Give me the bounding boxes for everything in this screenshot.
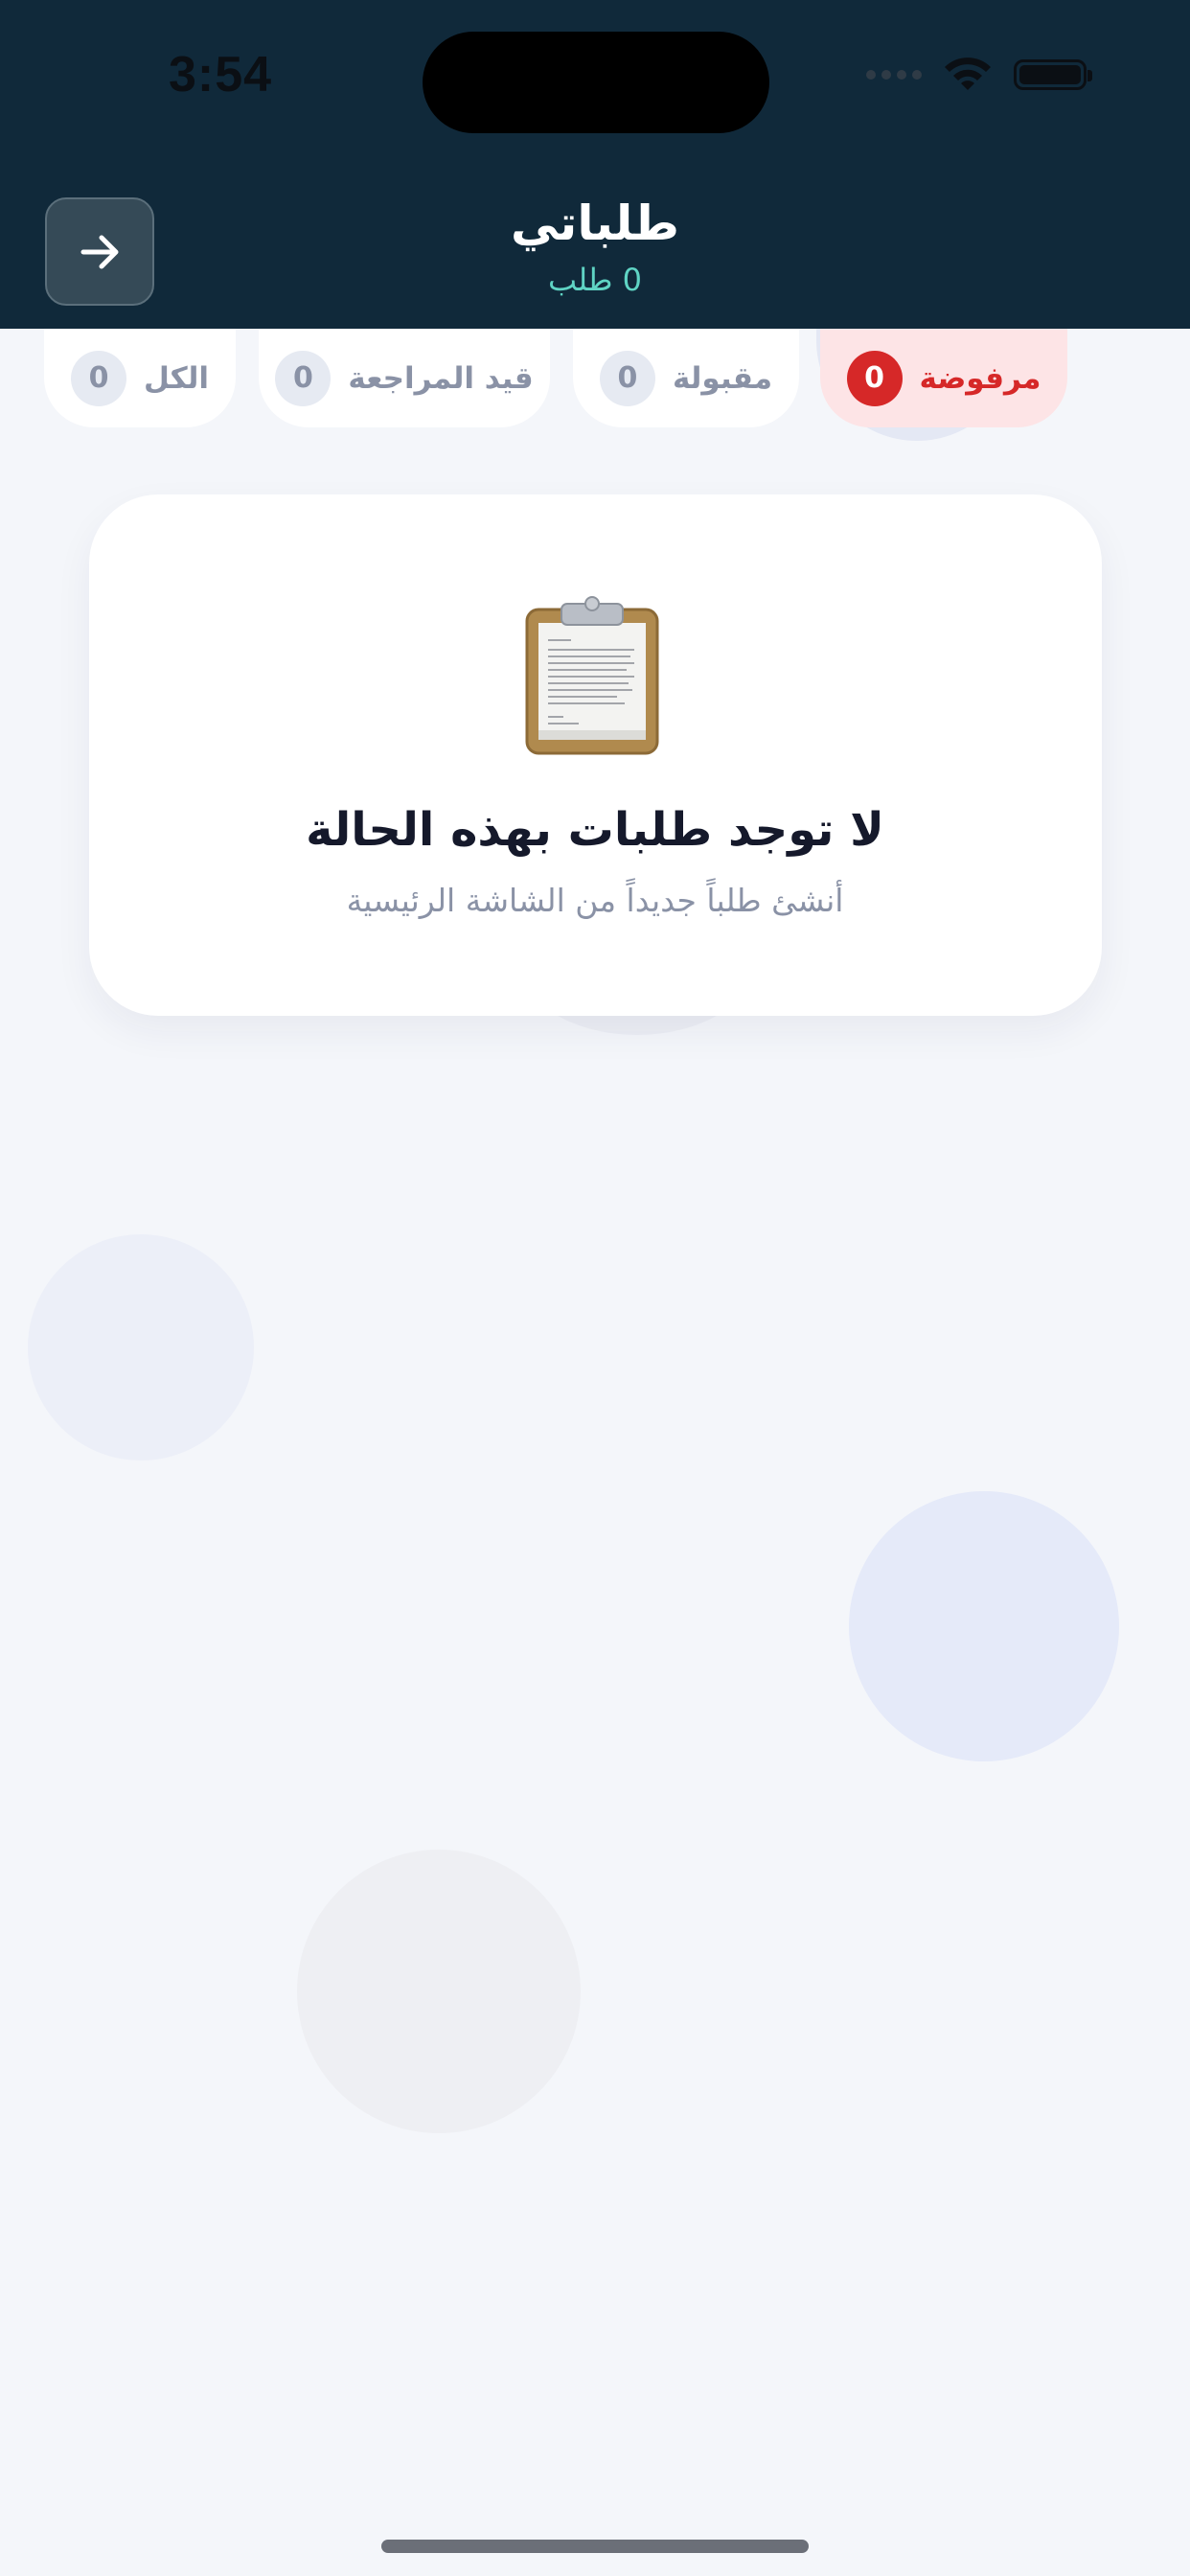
tab-count-badge: 0 xyxy=(599,350,655,406)
tab-label: قيد المراجعة xyxy=(348,360,534,396)
signal-icon xyxy=(866,70,922,80)
tab-rejected[interactable]: مرفوضة 0 xyxy=(820,329,1067,427)
tab-label: مقبولة xyxy=(672,360,773,396)
tab-all[interactable]: الكل 0 xyxy=(44,329,236,427)
status-icons xyxy=(866,56,1092,94)
page-title: طلباتي xyxy=(510,196,680,251)
tab-pending[interactable]: قيد المراجعة 0 xyxy=(259,329,550,427)
empty-state-title: لا توجد طلبات بهذه الحالة xyxy=(306,803,884,857)
empty-state-subtitle: أنشئ طلباً جديداً من الشاشة الرئيسية xyxy=(346,882,844,919)
status-time: 3:54 xyxy=(169,47,273,103)
tab-count-badge: 0 xyxy=(275,350,332,406)
tab-label: الكل xyxy=(144,360,209,396)
tab-label: مرفوضة xyxy=(919,360,1041,396)
tab-count-badge: 0 xyxy=(846,350,903,406)
wifi-icon xyxy=(945,58,991,90)
request-count: 0 طلب xyxy=(547,262,642,298)
tab-accepted[interactable]: مقبولة 0 xyxy=(573,329,799,427)
app-header: 3:54 طلباتي 0 طلب xyxy=(0,0,1190,329)
clipboard-icon xyxy=(525,596,659,755)
bg-decor-circle xyxy=(849,1491,1119,1761)
battery-icon xyxy=(1014,59,1092,90)
bg-decor-circle xyxy=(28,1234,254,1460)
bg-decor-circle xyxy=(297,1850,581,2133)
home-indicator[interactable] xyxy=(381,2540,809,2553)
dynamic-island xyxy=(423,32,769,133)
empty-state-card xyxy=(89,494,1102,1016)
tab-count-badge: 0 xyxy=(71,350,127,406)
